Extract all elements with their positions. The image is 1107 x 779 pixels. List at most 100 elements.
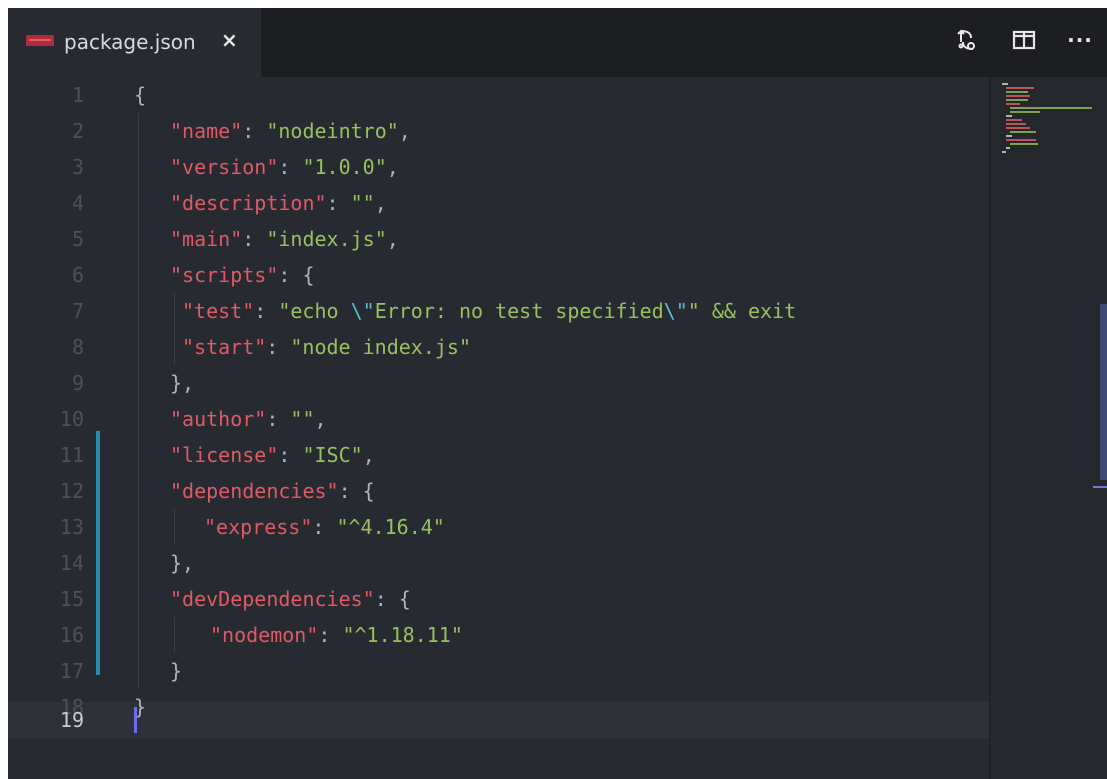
escape-sequence: \" [663,299,688,323]
line-number-active: 19 [59,708,84,732]
code-line-7: "test": "echo \"Error: no test specified… [182,293,796,329]
close-tab-button[interactable]: × [221,28,238,52]
open-changes-icon[interactable] [953,26,981,54]
more-actions-icon[interactable]: ··· [1066,26,1094,54]
json-colon: : [374,587,399,611]
line-number: 2 [71,119,84,143]
json-value: "nodeintro" [266,119,399,143]
json-key: "description" [170,191,327,215]
minimap-line [1010,107,1092,109]
minimap-line [1006,119,1022,121]
minimap-line [1006,147,1010,149]
editor-window: package.json × ··· 1 2 3 4 5 6 7 8 9 10 … [8,8,1107,779]
code-line-6: "scripts": { [170,257,315,293]
brace: { [362,479,375,503]
json-value: "^4.16.4" [336,515,445,539]
line-number: 12 [59,479,84,503]
json-comma: , [374,191,387,215]
minimap-line [1010,143,1038,145]
json-comma: , [314,407,327,431]
json-colon: : [312,515,337,539]
json-value: "index.js" [266,227,387,251]
json-file-icon [26,35,54,46]
json-key: "main" [170,227,243,251]
code-line-1: { [134,77,146,113]
json-colon: : [318,623,343,647]
code-line-17: } [170,653,182,689]
json-comma: , [362,443,375,467]
json-key: "scripts" [170,263,279,287]
json-key: "start" [182,335,267,359]
brace: }, [170,371,195,395]
minimap-line [1006,127,1030,129]
line-number: 10 [59,407,84,431]
scrollbar-cursor-marker [1093,486,1107,488]
line-number: 17 [59,659,84,683]
code-line-11: "license": "ISC", [170,437,375,473]
code-line-5: "main": "index.js", [170,221,399,257]
tab-package-json[interactable]: package.json × [8,8,261,77]
minimap-line [1010,111,1040,113]
json-value: "" [290,407,315,431]
json-value: "echo [278,299,351,323]
json-value: Error: no test specified [374,299,664,323]
tab-bar: package.json × ··· [8,8,1107,77]
json-colon: : [266,407,291,431]
line-number: 13 [59,515,84,539]
code-editor[interactable]: 1 2 3 4 5 6 7 8 9 10 11 12 13 14 15 16 1… [8,77,989,779]
json-colon: : [242,227,267,251]
json-value: "1.0.0" [302,155,387,179]
json-colon: : [278,155,303,179]
minimap-line [1006,139,1036,141]
minimap-line [1006,123,1026,125]
brace: { [398,587,411,611]
json-colon: : [278,263,303,287]
indent-guide [174,293,175,365]
json-key: "version" [170,155,279,179]
json-key: "license" [170,443,279,467]
json-value: "^1.18.11" [342,623,463,647]
json-key: "nodemon" [210,623,319,647]
line-number: 15 [59,587,84,611]
json-value: " && exit [687,299,797,323]
minimap-line [1006,135,1012,137]
minimap-line [1006,99,1028,101]
json-value: "node index.js" [290,335,472,359]
minimap-line [1006,115,1012,117]
line-number: 1 [71,83,84,107]
vertical-scrollbar[interactable] [1100,304,1107,480]
minimap-line [1006,91,1028,93]
minimap[interactable] [989,77,1107,779]
indent-guide [174,617,175,653]
code-line-12: "dependencies": { [170,473,375,509]
minimap-line [1010,131,1036,133]
brace: { [134,83,147,107]
minimap-line [1006,87,1034,89]
split-editor-icon[interactable] [1010,26,1038,54]
line-number: 6 [71,263,84,287]
json-colon: : [254,299,279,323]
code-line-13: "express": "^4.16.4" [204,509,445,545]
brace: } [170,659,183,683]
json-comma: , [386,155,399,179]
line-number: 9 [71,371,84,395]
indent-guide [138,113,139,689]
code-line-9: }, [170,365,194,401]
json-colon: : [278,443,303,467]
code-line-16: "nodemon": "^1.18.11" [210,617,463,653]
tab-title[interactable]: package.json [64,30,196,54]
json-key: "name" [170,119,243,143]
json-comma: , [398,119,411,143]
code-line-3: "version": "1.0.0", [170,149,399,185]
escape-sequence: \" [350,299,375,323]
json-key: "express" [204,515,313,539]
line-number: 3 [71,155,84,179]
current-line-highlight [8,702,989,738]
line-number: 7 [71,299,84,323]
json-key: "test" [182,299,255,323]
line-number: 11 [59,443,84,467]
git-modified-indicator [96,431,100,675]
code-line-15: "devDependencies": { [170,581,411,617]
line-number: 8 [71,335,84,359]
code-line-4: "description": "", [170,185,387,221]
